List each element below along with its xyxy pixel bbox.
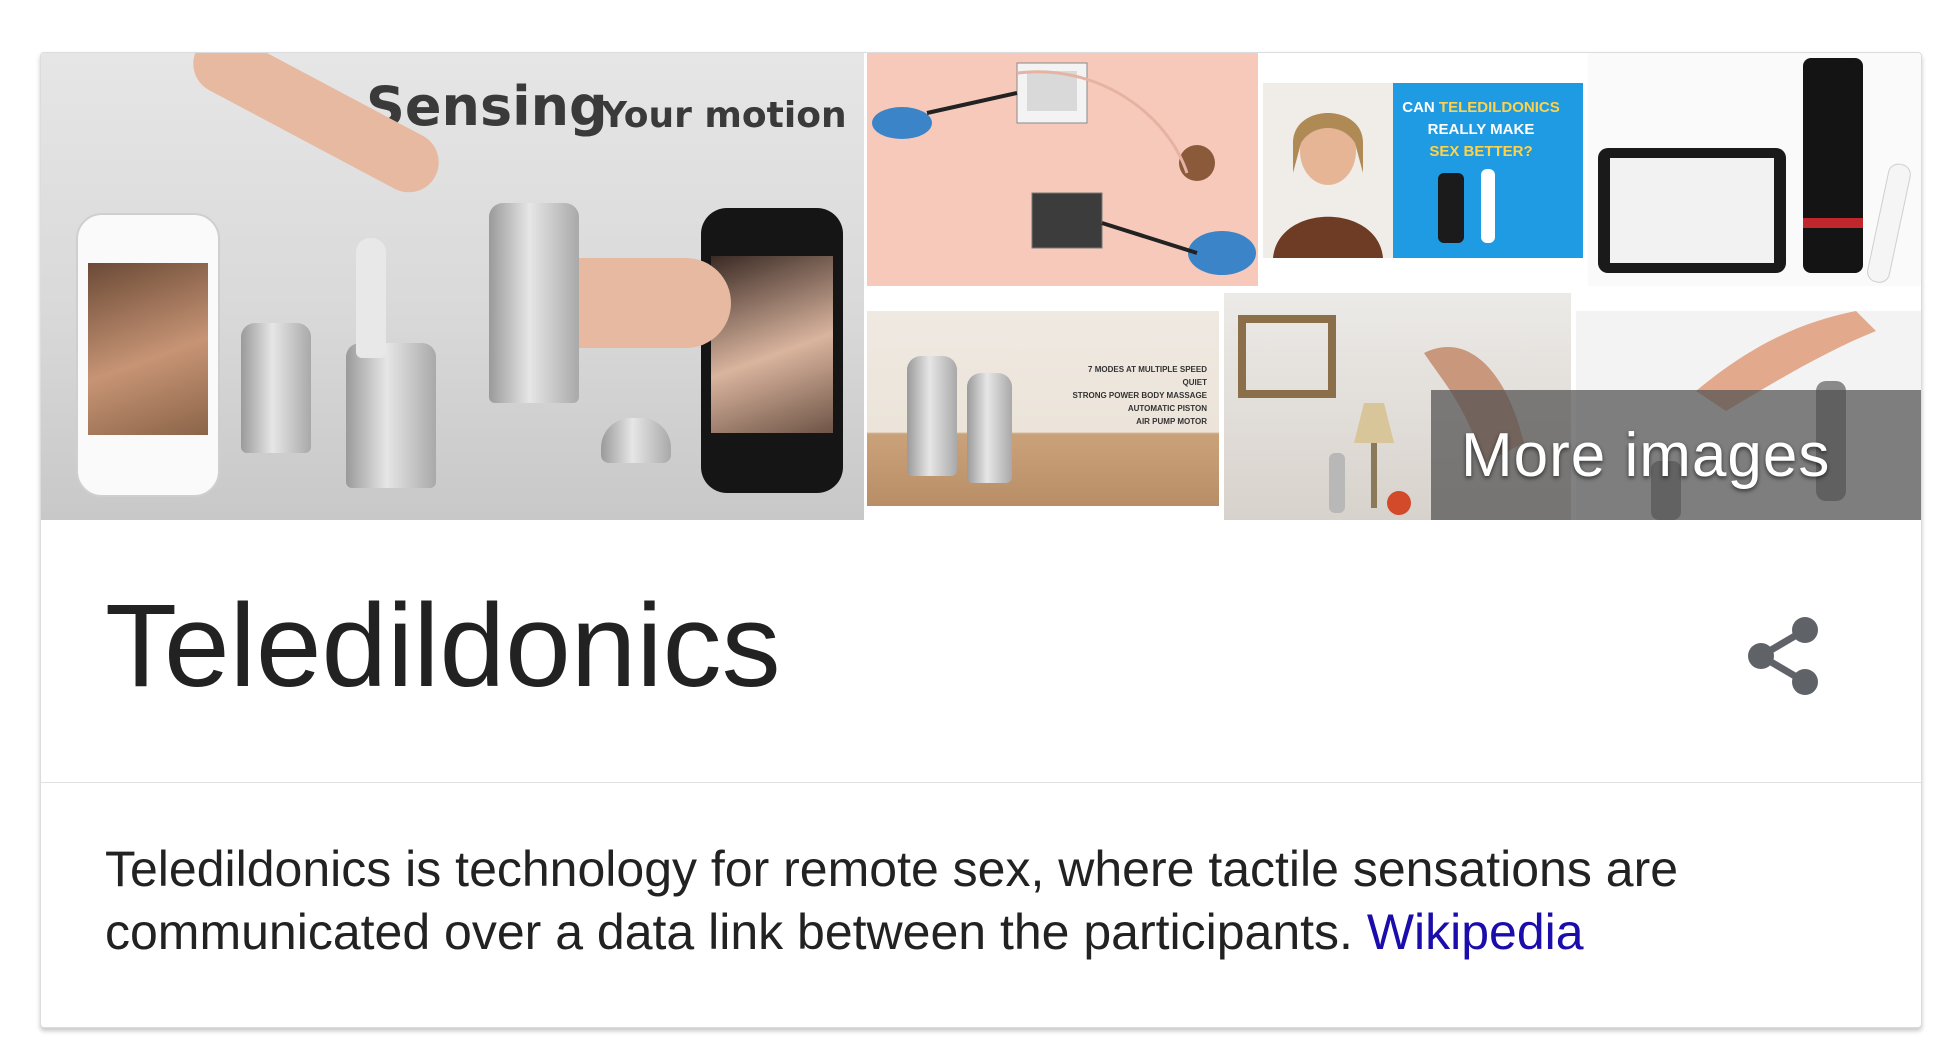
video-title-rest: REALLY MAKE (1427, 121, 1535, 138)
image-tile-illustration[interactable] (867, 53, 1258, 286)
device-cylinder (489, 203, 579, 403)
device-cylinder (601, 418, 671, 463)
entity-header: Teledildonics (41, 520, 1921, 783)
product-feature-list: 7 MODES AT MULTIPLE SPEED QUIET STRONG POW… (1072, 365, 1207, 426)
tablet-device-graphic (1598, 58, 1911, 283)
entity-description-block: Teledildonics is technology for remote s… (105, 838, 1865, 964)
device-cylinder (241, 323, 311, 453)
image-gallery: Sensing Your motion CAN TELEDILDONICS RE… (41, 53, 1921, 520)
more-images-button[interactable]: More images (1431, 390, 1921, 520)
image-tile-tablet-device[interactable] (1588, 53, 1921, 286)
image-caption-your-motion: Your motion (601, 95, 847, 136)
knowledge-panel-card: Sensing Your motion CAN TELEDILDONICS RE… (40, 52, 1922, 1028)
device-cylinder (356, 238, 386, 358)
video-title-end: SEX BETTER? (1429, 143, 1533, 160)
share-icon (1748, 617, 1818, 695)
image-tile-video-thumbnail[interactable]: CAN TELEDILDONICS REALLY MAKE SEX BETTER… (1263, 83, 1583, 258)
device-cylinder (967, 373, 1012, 483)
device-cylinder (346, 343, 436, 488)
device-cylinder (907, 356, 957, 476)
wikipedia-source-link[interactable]: Wikipedia (1367, 904, 1584, 960)
image-tile-product-floor[interactable]: 7 MODES AT MULTIPLE SPEED QUIET STRONG POW… (867, 311, 1219, 506)
video-title-highlight: TELEDILDONICS (1438, 99, 1560, 116)
video-title-prefix: CAN (1402, 99, 1435, 116)
share-button[interactable] (1739, 612, 1827, 700)
video-title-text: CAN TELEDILDONICS REALLY MAKE SEX BETTER… (1391, 97, 1571, 163)
illustration-graphic (872, 62, 1256, 275)
image-tile-sensing-motion[interactable]: Sensing Your motion (41, 53, 864, 520)
black-phone-image (701, 208, 843, 493)
more-images-label: More images (1461, 421, 1831, 490)
entity-title: Teledildonics (105, 580, 781, 712)
white-phone-image (76, 213, 220, 497)
